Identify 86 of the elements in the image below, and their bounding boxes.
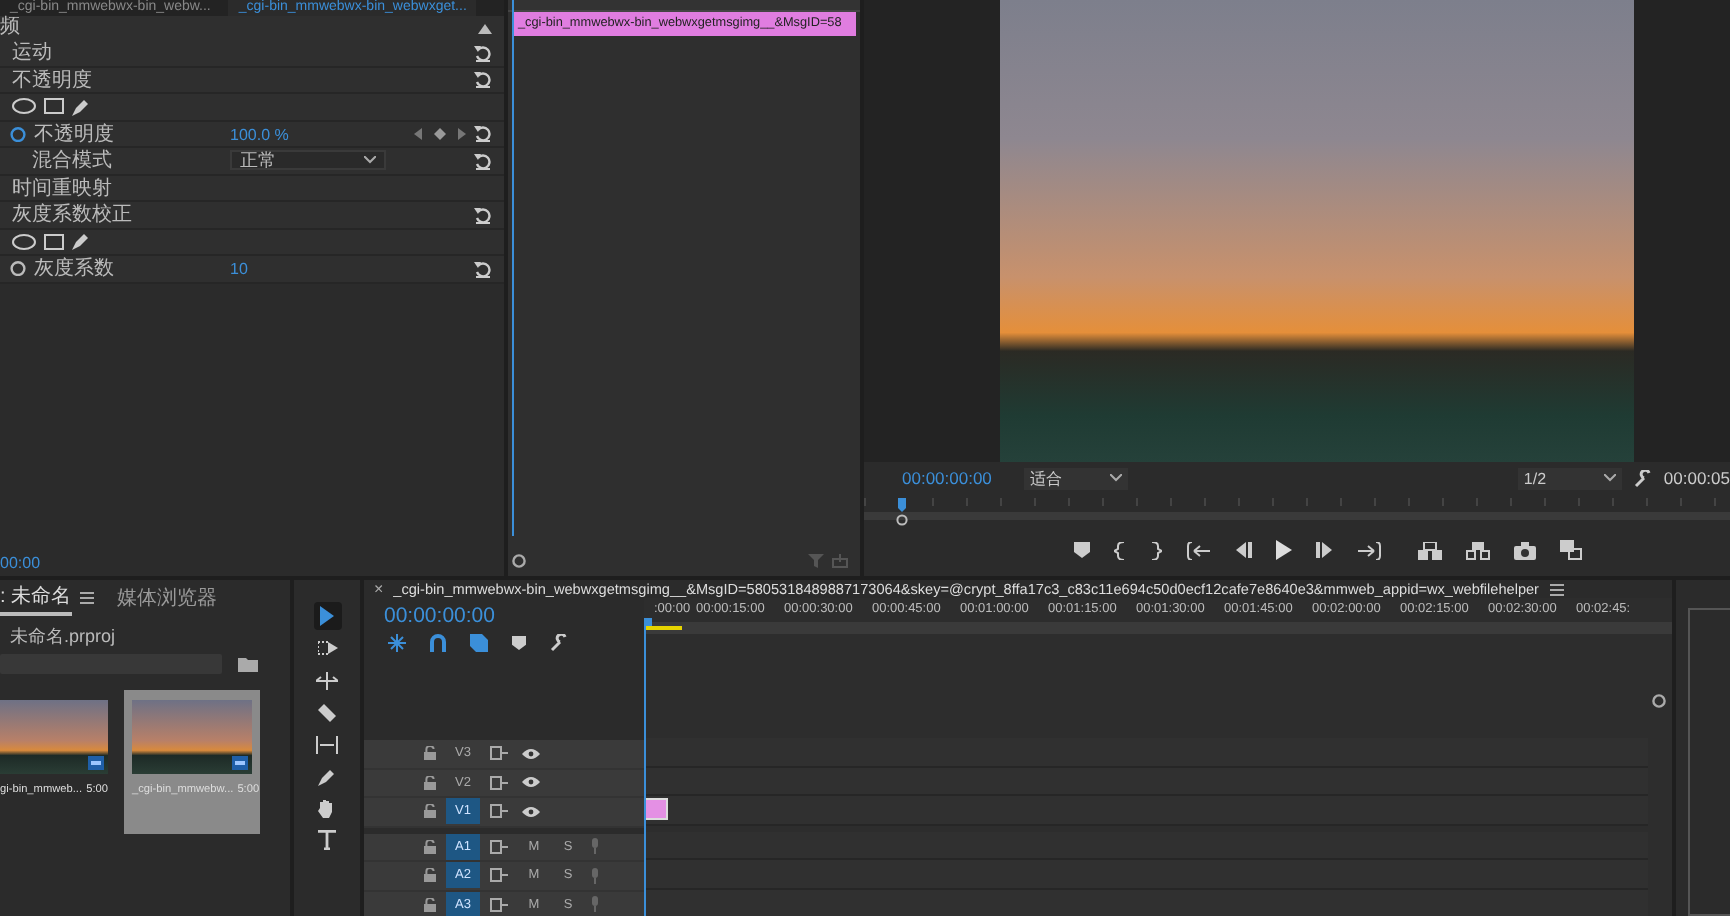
razor-tool-button[interactable] [313,698,341,726]
sync-lock-icon[interactable] [490,897,508,912]
caret-up-icon[interactable] [478,23,492,33]
stopwatch-icon[interactable] [10,125,26,142]
project-filename: 未命名.prproj [8,624,118,650]
property-label: 不透明度 [34,121,114,148]
marker-icon[interactable] [512,636,526,650]
timecode[interactable]: 00:00:00:00 [902,468,992,488]
clip-type-icon [88,756,104,770]
scroll-handle-icon[interactable] [1652,694,1666,708]
menu-icon[interactable] [79,592,94,604]
menu-icon[interactable] [1549,583,1563,595]
rectangle-mask-icon[interactable] [44,98,64,115]
lock-icon[interactable] [424,897,436,912]
rectangle-mask-icon[interactable] [44,233,64,250]
panel-tab[interactable]: : 未命名 [0,580,72,616]
playhead[interactable] [896,498,908,526]
scroll-handle-icon[interactable] [512,553,526,567]
close-button[interactable]: × [374,580,384,598]
reset-icon[interactable] [474,70,492,89]
slip-tool-button[interactable] [313,730,341,758]
pen-icon[interactable] [72,97,90,116]
compare-icon[interactable] [1559,540,1581,560]
camera-icon[interactable] [1513,541,1535,559]
select-tool-button[interactable] [313,602,341,630]
property-value[interactable]: 10 [230,260,248,279]
stopwatch-icon[interactable] [10,260,26,277]
step-back-icon[interactable] [1233,542,1251,558]
clip[interactable] [644,798,668,820]
magnet-icon[interactable] [430,634,446,652]
timecode[interactable]: 00:00 [0,554,504,576]
reset-icon[interactable] [474,43,492,62]
sync-lock-icon[interactable] [490,746,508,761]
go-to-in-icon[interactable] [1185,541,1209,559]
pen-icon[interactable] [72,232,90,251]
property-label: 混合模式 [30,147,112,175]
reset-icon[interactable] [474,151,492,170]
lock-icon[interactable] [424,804,436,819]
clip-type-icon [232,756,248,770]
zoom-dropdown[interactable]: 适合 [1023,467,1128,489]
lock-icon[interactable] [424,868,436,883]
step-forward-icon[interactable] [1315,542,1333,558]
type-tool-button[interactable] [313,826,341,854]
caret-icon [364,156,376,165]
sync-lock-icon[interactable] [490,839,508,854]
lock-icon[interactable] [424,746,436,761]
resolution-dropdown[interactable]: 1/2 [1517,467,1622,489]
insert-icon[interactable] [1417,541,1441,559]
panel-tab[interactable]: 媒体浏览器 [117,582,218,614]
property-label: 不透明度 [10,67,92,94]
sync-lock-icon[interactable] [490,804,508,819]
ellipse-mask-icon[interactable] [12,98,36,115]
lock-icon[interactable] [424,775,436,790]
keyframe-navigator-icon[interactable] [414,127,466,140]
mark-out-icon[interactable] [1149,541,1161,559]
go-to-out-icon[interactable] [1357,541,1381,559]
eye-icon[interactable] [522,805,540,818]
play-icon[interactable] [1275,540,1291,560]
blend-mode-dropdown[interactable]: 正常 [230,150,386,171]
caret-icon [1603,474,1616,482]
overwrite-icon[interactable] [1465,541,1489,559]
reset-icon[interactable] [474,124,492,143]
property-label: 灰度系数校正 [10,201,132,229]
reset-icon[interactable] [474,205,492,224]
pen-icon [318,767,336,785]
property-label: 时间重映射 [10,175,112,202]
eye-icon[interactable] [522,776,540,789]
caret-icon [1109,474,1122,482]
section-title: 频 [0,16,20,40]
lock-icon[interactable] [424,839,436,854]
marker-icon[interactable] [1073,542,1089,558]
ellipse-mask-icon[interactable] [12,233,36,250]
timecode[interactable]: 00:00:00:00 [384,604,644,628]
duration-timecode: 00:00:05 [1663,468,1730,488]
property-label: 运动 [10,39,52,67]
linked-selection-icon[interactable] [470,634,488,652]
sync-lock-icon[interactable] [490,775,508,790]
property-label: 灰度系数 [34,255,114,283]
eye-icon[interactable] [522,747,540,760]
sync-lock-icon[interactable] [490,868,508,883]
nest-icon[interactable] [388,634,406,652]
property-value[interactable]: 100.0 % [230,125,289,144]
mark-in-icon[interactable] [1113,541,1125,559]
ripple-tool-button[interactable] [313,666,341,694]
reset-icon[interactable] [474,259,492,278]
bin-icon[interactable] [238,656,258,672]
